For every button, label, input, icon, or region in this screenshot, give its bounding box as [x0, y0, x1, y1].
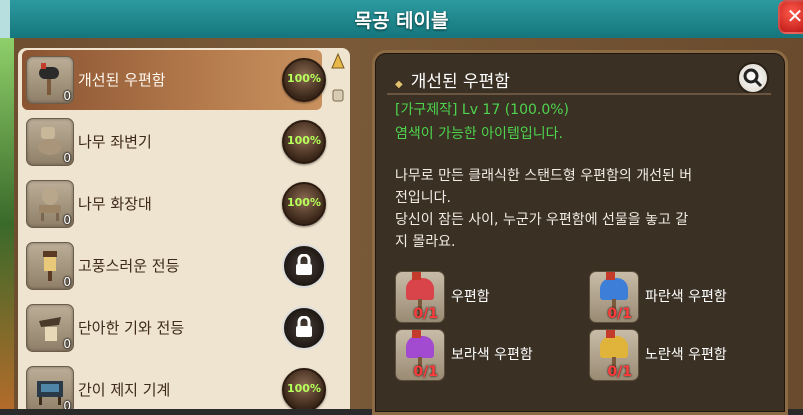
- close-button[interactable]: ✕: [778, 0, 803, 34]
- toilet-icon: [38, 127, 62, 155]
- bullet-icon: ◆: [395, 79, 403, 90]
- item-thumbnail: 0: [26, 56, 74, 104]
- item-quantity: 0: [63, 399, 71, 409]
- blue-mailbox-icon: [600, 272, 628, 317]
- material-thumbnail: 0/1: [589, 271, 639, 323]
- recipe-list: 0 개선된 우편함 100% 0 나무 좌변기 100% 0 나무 화장대 10…: [18, 48, 350, 409]
- recipe-name: 고풍스러운 전등: [78, 257, 180, 275]
- material-name: 파란색 우편함: [645, 289, 727, 305]
- purple-mailbox-icon: [406, 330, 434, 375]
- material-slot-1[interactable]: 0/1 파란색 우편함: [589, 271, 739, 325]
- item-quantity: 0: [63, 275, 71, 289]
- window-titlebar: 목공 테이블: [0, 0, 803, 40]
- material-slot-0[interactable]: 0/1 우편함: [395, 271, 545, 325]
- item-thumbnail: 0: [26, 118, 74, 166]
- lock-icon: [296, 316, 312, 337]
- item-quantity: 0: [63, 89, 71, 103]
- progress-badge: 100%: [282, 58, 326, 102]
- recipe-name: 나무 화장대: [78, 195, 152, 213]
- recipe-item-2[interactable]: 0 나무 화장대 100%: [22, 174, 326, 234]
- item-quantity: 0: [63, 151, 71, 165]
- material-name: 우편함: [451, 289, 490, 305]
- material-name: 노란색 우편함: [645, 347, 727, 363]
- search-button[interactable]: [737, 62, 769, 94]
- triangle-up-icon[interactable]: [331, 52, 345, 102]
- mailbox-icon: [39, 63, 59, 95]
- progress-text: 100%: [287, 382, 321, 395]
- lock-icon: [296, 254, 312, 275]
- tile-lamp-icon: [39, 317, 61, 341]
- material-thumbnail: 0/1: [589, 329, 639, 381]
- item-thumbnail: 0: [26, 242, 74, 290]
- recipe-name: 단아한 기와 전등: [78, 319, 185, 337]
- dye-info-text: 염색이 가능한 아이템입니다.: [395, 126, 563, 142]
- background-edge: [0, 38, 14, 409]
- paper-machine-icon: [37, 381, 63, 405]
- locked-badge: [282, 306, 326, 350]
- progress-badge: 100%: [282, 368, 326, 409]
- close-icon: ✕: [786, 4, 803, 28]
- material-count: 0/1: [413, 364, 438, 380]
- item-thumbnail: 0: [26, 180, 74, 228]
- material-count: 0/1: [607, 306, 632, 322]
- material-count: 0/1: [607, 364, 632, 380]
- progress-text: 100%: [287, 134, 321, 147]
- material-slot-2[interactable]: 0/1 보라색 우편함: [395, 329, 545, 383]
- item-quantity: 0: [63, 213, 71, 227]
- item-thumbnail: 0: [26, 366, 74, 409]
- window-title: 목공 테이블: [354, 10, 449, 32]
- recipe-name: 간이 제지 기계: [78, 381, 171, 399]
- list-scrollbar[interactable]: [331, 52, 345, 102]
- detail-title-text: 개선된 우편함: [410, 72, 510, 92]
- vanity-icon: [39, 187, 61, 221]
- magnifier-icon: [743, 68, 763, 88]
- progress-badge: 100%: [282, 120, 326, 164]
- item-thumbnail: 0: [26, 304, 74, 352]
- recipe-item-1[interactable]: 0 나무 좌변기 100%: [22, 112, 326, 172]
- recipe-name: 나무 좌변기: [78, 133, 152, 151]
- recipe-item-0[interactable]: 0 개선된 우편함 100%: [22, 50, 326, 110]
- description-line-1: 나무로 만든 클래식한 스탠드형 우편함의 개선된 버: [395, 168, 693, 184]
- divider: [387, 93, 771, 95]
- description-line-3: 당신이 잠든 사이, 누군가 우편함에 선물을 놓고 갈: [395, 212, 689, 228]
- recipe-name: 개선된 우편함: [78, 71, 166, 89]
- item-quantity: 0: [63, 337, 71, 351]
- description-line-2: 전입니다.: [395, 190, 451, 206]
- material-count: 0/1: [413, 306, 438, 322]
- red-mailbox-icon: [406, 272, 434, 317]
- locked-badge: [282, 244, 326, 288]
- material-slot-3[interactable]: 0/1 노란색 우편함: [589, 329, 739, 383]
- detail-title: ◆ 개선된 우편함: [395, 67, 510, 92]
- recipe-item-5[interactable]: 0 간이 제지 기계 100%: [22, 360, 326, 409]
- material-thumbnail: 0/1: [395, 271, 445, 323]
- lamp-icon: [43, 251, 57, 281]
- progress-text: 100%: [287, 72, 321, 85]
- skill-level-text: [가구제작] Lv 17 (100.0%): [395, 102, 569, 118]
- yellow-mailbox-icon: [600, 330, 628, 375]
- description-line-4: 지 몰라요.: [395, 234, 456, 250]
- recipe-item-4[interactable]: 0 단아한 기와 전등: [22, 298, 326, 358]
- recipe-item-3[interactable]: 0 고풍스러운 전등: [22, 236, 326, 296]
- progress-text: 100%: [287, 196, 321, 209]
- progress-badge: 100%: [282, 182, 326, 226]
- material-name: 보라색 우편함: [451, 347, 533, 363]
- detail-panel: ◆ 개선된 우편함 [가구제작] Lv 17 (100.0%) 염색이 가능한 아…: [372, 50, 788, 415]
- material-thumbnail: 0/1: [395, 329, 445, 381]
